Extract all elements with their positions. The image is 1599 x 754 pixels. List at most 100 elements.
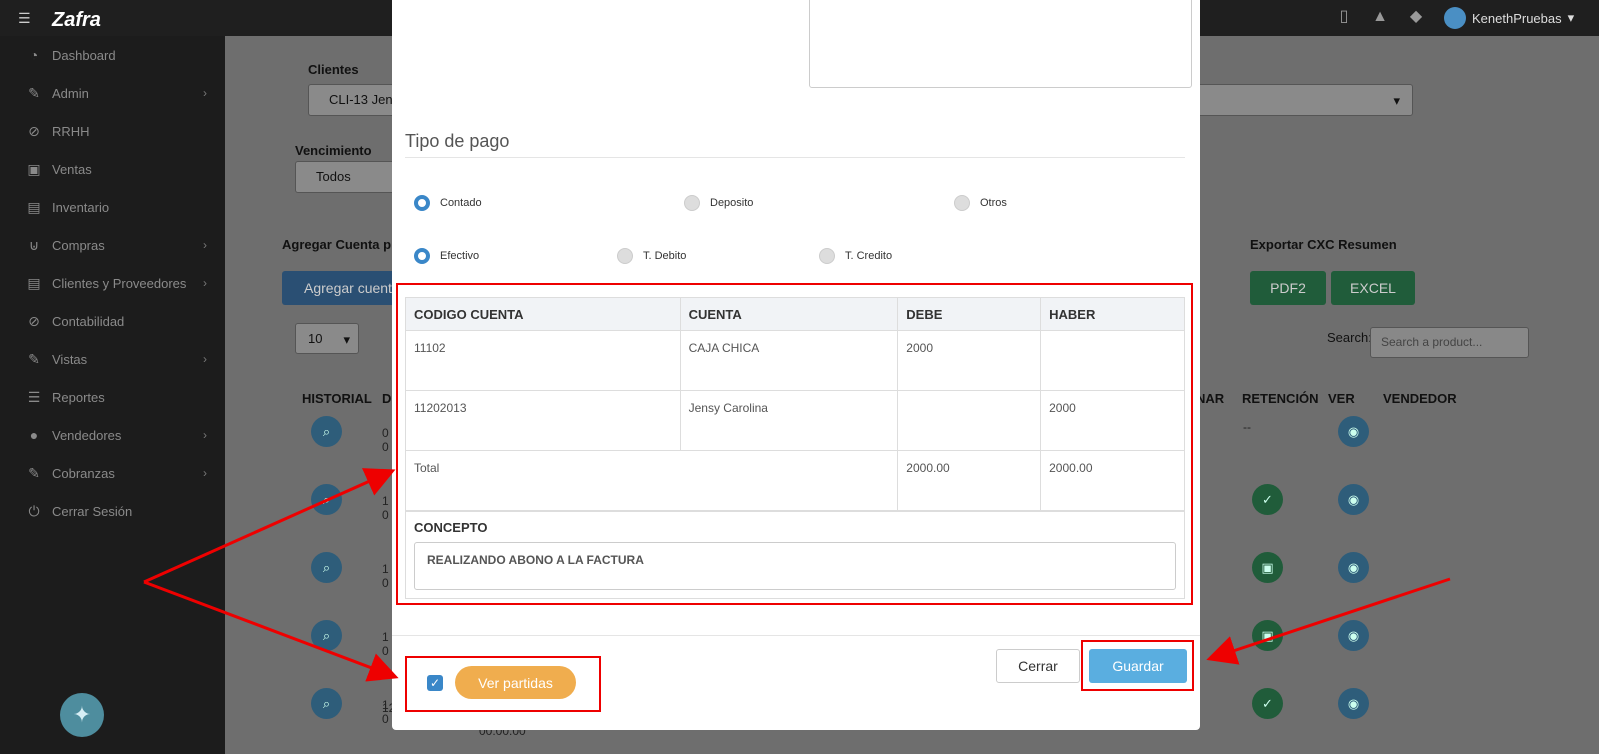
retencion-value: -- <box>1243 420 1251 434</box>
sidebar-item-label: Vendedores <box>52 427 122 443</box>
eye-icon[interactable]: ◉ <box>1338 620 1369 651</box>
sidebar-item-label: Dashboard <box>52 47 116 63</box>
sidebar-item-dashboard[interactable]: ◔ Dashboard <box>0 36 225 74</box>
sidebar-item-ventas[interactable]: ▣ Ventas <box>0 150 225 188</box>
column-retencion: RETENCIÓN <box>1242 391 1319 406</box>
row-text-fragment: 1 <box>382 562 389 576</box>
sidebar-item-contabilidad[interactable]: ⊘ Contabilidad <box>0 302 225 340</box>
edit-icon: ✎ <box>28 464 40 481</box>
sidebar-item-label: Reportes <box>52 389 105 405</box>
paperclip-icon: ⊘ <box>28 312 40 329</box>
sidebar: ◔ Dashboard ✎ Admin › ⊘ RRHH ▣ Ventas ▤ … <box>0 36 225 754</box>
money-icon: ▣ <box>27 160 41 177</box>
chevron-down-icon: ▾ <box>1567 10 1575 25</box>
radio-dot[interactable] <box>414 248 430 264</box>
lightbulb-icon[interactable]: ✦ <box>60 693 104 737</box>
column-historial: HISTORIAL <box>302 391 372 406</box>
radio-label: Deposito <box>710 197 754 209</box>
check-icon[interactable]: ✓ <box>1252 484 1283 515</box>
radio-dot[interactable] <box>819 248 835 264</box>
eye-icon[interactable]: ◉ <box>1338 688 1369 719</box>
dashboard-icon: ◔ <box>29 47 39 63</box>
clientes-label: Clientes <box>308 62 359 77</box>
user-name: KenethPruebas <box>1472 10 1562 26</box>
notes-textarea[interactable] <box>809 0 1192 88</box>
column-d: D <box>382 391 392 406</box>
chevron-right-icon: › <box>203 428 207 442</box>
page-size-select[interactable]: 10 ▾ <box>295 323 359 354</box>
excel-button[interactable]: EXCEL <box>1331 271 1415 305</box>
power-icon: ⏻ <box>28 502 40 519</box>
eye-icon[interactable]: ◉ <box>1338 416 1369 447</box>
chevron-right-icon: › <box>203 86 207 100</box>
annotation-box-ver-partidas <box>405 656 601 712</box>
chevron-right-icon: › <box>203 466 207 480</box>
divider <box>405 157 1185 158</box>
radio-contado[interactable]: Contado <box>414 195 482 211</box>
mobile-icon[interactable]: ▯ <box>1333 6 1355 28</box>
book-icon: ▤ <box>27 198 41 215</box>
vencimiento-label: Vencimiento <box>295 143 372 158</box>
row-text-fragment: 0 <box>382 440 389 454</box>
chevron-right-icon: › <box>203 238 207 252</box>
money-icon[interactable]: ▣ <box>1252 552 1283 583</box>
sidebar-item-vendedores[interactable]: ● Vendedores › <box>0 416 225 454</box>
row-text-fragment: 1 <box>382 630 389 644</box>
sidebar-item-rrhh[interactable]: ⊘ RRHH <box>0 112 225 150</box>
radio-dot[interactable] <box>684 195 700 211</box>
annotation-box-table <box>396 283 1193 605</box>
historial-search-icon[interactable]: ⌕ <box>311 416 342 447</box>
brand-logo[interactable]: Zafra <box>52 9 101 32</box>
historial-search-icon[interactable]: ⌕ <box>311 620 342 651</box>
chevron-down-icon: ▾ <box>343 332 350 347</box>
check-icon[interactable]: ✓ <box>1252 688 1283 719</box>
sidebar-item-cerrar-sesion[interactable]: ⏻ Cerrar Sesión <box>0 492 225 530</box>
sidebar-item-reportes[interactable]: ☰ Reportes <box>0 378 225 416</box>
sidebar-item-admin[interactable]: ✎ Admin › <box>0 74 225 112</box>
graduation-cap-icon[interactable]: ▲ <box>1369 6 1391 28</box>
historial-search-icon[interactable]: ⌕ <box>311 688 342 719</box>
radio-dot[interactable] <box>414 195 430 211</box>
radio-efectivo[interactable]: Efectivo <box>414 248 479 264</box>
radio-label: Efectivo <box>440 250 480 262</box>
row-text-fragment: 1 <box>382 494 389 508</box>
topbar-icons: ▯ ▲ ◆ <box>1333 6 1427 28</box>
radio-otros[interactable]: Otros <box>954 195 1007 211</box>
wrench-icon: ✎ <box>28 84 40 101</box>
radio-dot[interactable] <box>617 248 633 264</box>
historial-search-icon[interactable]: ⌕ <box>311 484 342 515</box>
pdf-button[interactable]: PDF2 <box>1250 271 1326 305</box>
user-icon: ● <box>29 427 39 443</box>
search-label: Search: <box>1327 330 1372 345</box>
page-size-value: 10 <box>308 331 323 346</box>
eye-icon[interactable]: ◉ <box>1338 552 1369 583</box>
cerrar-button[interactable]: Cerrar <box>996 649 1080 683</box>
column-nar: NAR <box>1196 391 1225 406</box>
avatar <box>1444 7 1466 29</box>
sidebar-item-inventario[interactable]: ▤ Inventario <box>0 188 225 226</box>
cart-icon: ⊍ <box>28 236 40 253</box>
chevron-right-icon: › <box>203 276 207 290</box>
sidebar-item-cobranzas[interactable]: ✎ Cobranzas › <box>0 454 225 492</box>
historial-search-icon[interactable]: ⌕ <box>311 552 342 583</box>
eye-icon[interactable]: ◉ <box>1338 484 1369 515</box>
radio-t-debito[interactable]: T. Debito <box>617 248 686 264</box>
sidebar-item-vistas[interactable]: ✎ Vistas › <box>0 340 225 378</box>
radio-t-credito[interactable]: T. Credito <box>819 248 892 264</box>
row-text-fragment: 0 <box>382 426 389 440</box>
menu-toggle-icon[interactable]: ☰ <box>18 10 31 27</box>
sidebar-item-compras[interactable]: ⊍ Compras › <box>0 226 225 264</box>
row-text-fragment: 0 <box>382 576 389 590</box>
radio-label: Otros <box>980 197 1007 209</box>
sidebar-item-label: Cobranzas <box>52 465 115 481</box>
sidebar-item-clientes-proveedores[interactable]: ▤ Clientes y Proveedores › <box>0 264 225 302</box>
chevron-down-icon: ▾ <box>1393 93 1400 108</box>
radio-deposito[interactable]: Deposito <box>684 195 753 211</box>
vencimiento-select-value: Todos <box>316 169 351 184</box>
user-menu[interactable]: KenethPruebas ▾ <box>1444 7 1574 29</box>
search-input[interactable]: Search a product... <box>1370 327 1529 358</box>
tags-icon[interactable]: ◆ <box>1405 6 1427 28</box>
money-icon[interactable]: ▣ <box>1252 620 1283 651</box>
agregar-cuenta-button[interactable]: Agregar cuent <box>282 271 402 305</box>
radio-dot[interactable] <box>954 195 970 211</box>
